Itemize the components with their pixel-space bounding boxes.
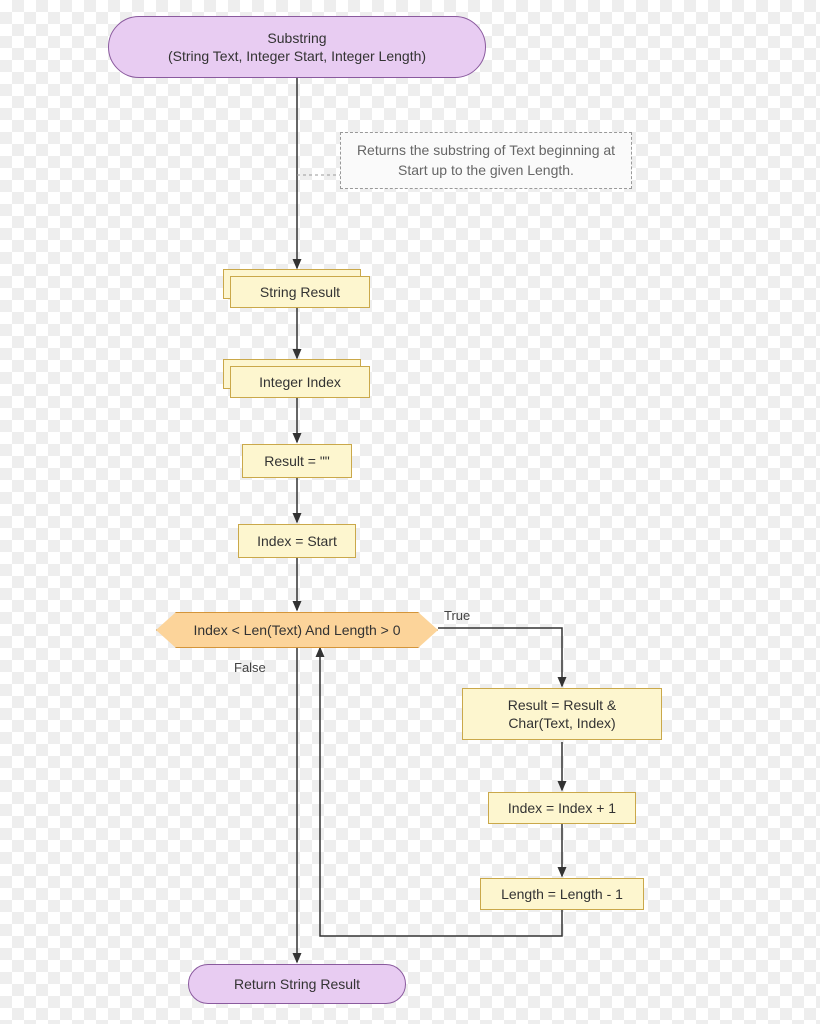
terminal-start-title: Substring [267,29,326,47]
decision-text: Index < Len(Text) And Length > 0 [193,622,400,638]
process-result-init-text: Result = "" [264,453,330,469]
terminal-start: Substring (String Text, Integer Start, I… [108,16,486,78]
process-append-char-text: Result = Result & Char(Text, Index) [477,696,647,732]
process-increment-index: Index = Index + 1 [488,792,636,824]
process-increment-index-text: Index = Index + 1 [508,800,616,816]
terminal-start-params: (String Text, Integer Start, Integer Len… [168,47,426,65]
label-false: False [234,660,266,675]
process-decrement-length-text: Length = Length - 1 [501,886,623,902]
process-result-init: Result = "" [242,444,352,478]
process-index-init-text: Index = Start [257,533,337,549]
decision-loop-condition: Index < Len(Text) And Length > 0 [156,612,438,648]
annotation-box: Returns the substring of Text beginning … [340,132,632,189]
annotation-text: Returns the substring of Text beginning … [353,141,619,180]
declare-string-result-text: String Result [231,278,369,306]
declare-integer-index-text: Integer Index [231,368,369,396]
terminal-end-text: Return String Result [234,975,360,993]
declare-string-result: String Result [230,276,370,308]
label-true: True [444,608,470,623]
process-index-init: Index = Start [238,524,356,558]
terminal-end: Return String Result [188,964,406,1004]
process-append-char: Result = Result & Char(Text, Index) [462,688,662,740]
process-decrement-length: Length = Length - 1 [480,878,644,910]
declare-integer-index: Integer Index [230,366,370,398]
